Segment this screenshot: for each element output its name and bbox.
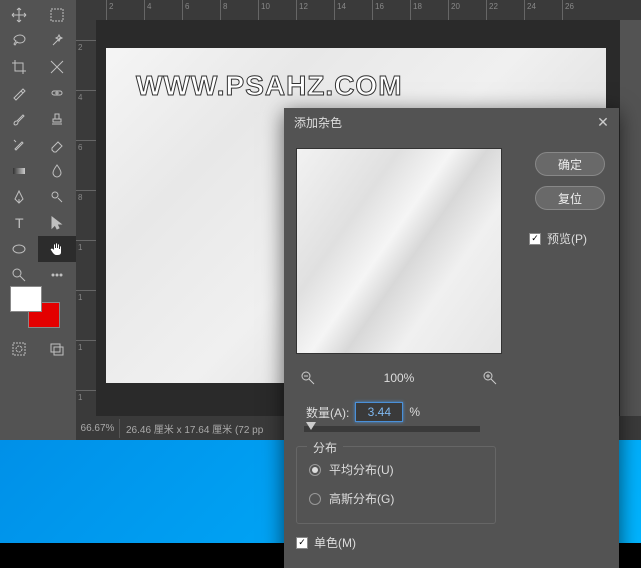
uniform-label: 平均分布(U) [329,461,394,478]
healing-tool[interactable] [38,80,76,106]
marquee-tool[interactable] [38,2,76,28]
preview-checkbox[interactable]: ✓ [529,233,541,245]
hand-tool[interactable] [38,236,76,262]
dodge-tool[interactable] [38,184,76,210]
ok-button[interactable]: 确定 [535,152,605,176]
uniform-radio[interactable] [309,464,321,476]
amount-input[interactable] [355,402,403,422]
close-icon[interactable]: ✕ [593,112,613,132]
magic-wand-tool[interactable] [38,28,76,54]
shape-tool[interactable] [0,236,38,262]
canvas-watermark-text: WWW.PSAHZ.COM [136,70,403,102]
noise-preview[interactable] [296,148,502,354]
add-noise-dialog: 添加杂色 ✕ 确定 复位 ✓ 预览(P) 100% 数量(A): % 分布 [284,108,619,568]
zoom-in-icon[interactable] [478,366,502,390]
vertical-ruler: 24681111 [76,20,96,416]
eraser-tool[interactable] [38,132,76,158]
document-info: 26.46 厘米 x 17.64 厘米 (72 pp [120,421,263,436]
color-swatch[interactable] [10,286,62,328]
slice-tool[interactable] [38,54,76,80]
distribution-group: 分布 平均分布(U) 高斯分布(G) [296,446,496,524]
zoom-tool[interactable] [0,262,38,288]
stamp-tool[interactable] [38,106,76,132]
svg-text:T: T [15,215,24,231]
horizontal-ruler: 2468101214161820222426 [76,0,641,20]
preview-zoom-level: 100% [384,371,415,385]
history-brush-tool[interactable] [0,132,38,158]
reset-button[interactable]: 复位 [535,186,605,210]
screen-mode-tool[interactable] [38,336,76,362]
move-tool[interactable] [0,2,38,28]
type-tool[interactable]: T [0,210,38,236]
tool-palette: T [0,0,76,376]
distribution-title: 分布 [307,439,343,456]
blur-tool[interactable] [38,158,76,184]
gaussian-label: 高斯分布(G) [329,490,394,507]
preview-label: 预览(P) [547,230,587,247]
eyedropper-tool[interactable] [0,80,38,106]
pen-tool[interactable] [0,184,38,210]
path-select-tool[interactable] [38,210,76,236]
foreground-color[interactable] [10,286,42,312]
crop-tool[interactable] [0,54,38,80]
amount-slider[interactable] [304,426,480,432]
percent-sign: % [409,405,420,419]
lasso-tool[interactable] [0,28,38,54]
zoom-out-icon[interactable] [296,366,320,390]
slider-thumb[interactable] [306,422,316,430]
more-tools[interactable] [38,262,76,288]
gaussian-radio[interactable] [309,493,321,505]
quick-mask-tool[interactable] [0,336,38,362]
zoom-percent[interactable]: 66.67% [76,419,120,438]
brush-tool[interactable] [0,106,38,132]
gradient-tool[interactable] [0,158,38,184]
dialog-title: 添加杂色 [284,108,619,136]
amount-label: 数量(A): [306,404,349,421]
